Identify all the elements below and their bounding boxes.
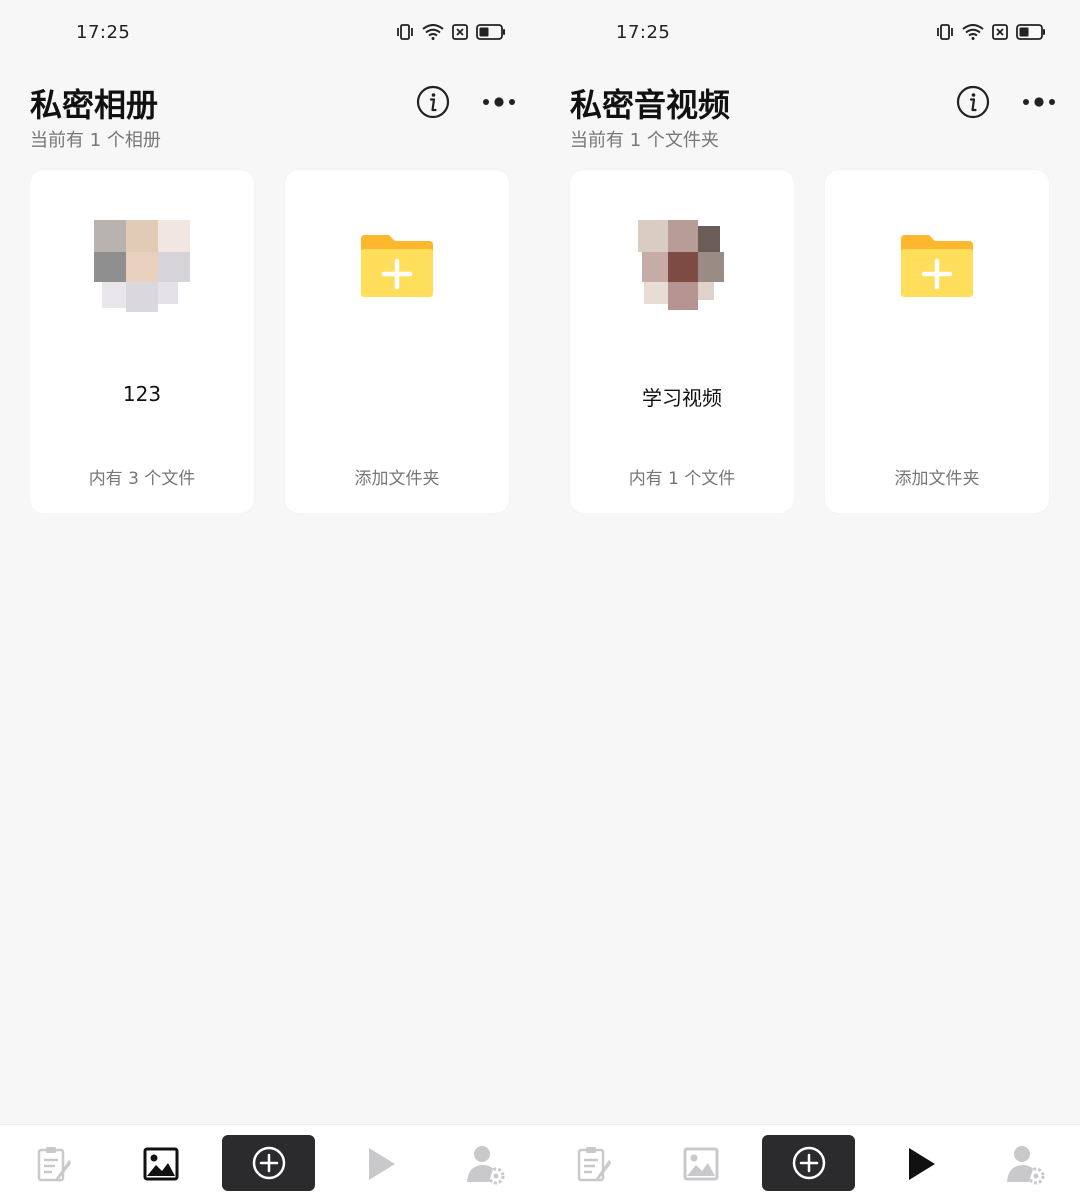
wifi-icon [962,24,984,40]
notes-icon [37,1147,71,1182]
status-time: 17:25 [76,22,131,43]
tab-photos[interactable] [136,1139,186,1189]
add-folder-card[interactable]: 添加文件夹 [825,170,1049,513]
tab-profile[interactable] [1000,1139,1050,1189]
status-time: 17:25 [616,22,671,43]
bottom-tab-bar [0,1124,540,1201]
image-icon [143,1147,179,1181]
page-subtitle: 当前有 1 个相册 [30,130,161,151]
add-folder-label: 添加文件夹 [354,469,440,489]
tab-profile[interactable] [460,1139,510,1189]
add-button[interactable] [222,1135,315,1191]
play-icon [909,1148,935,1180]
status-bar: 17:25 [0,18,540,48]
image-icon [683,1147,719,1181]
play-icon [369,1148,395,1180]
page-title: 私密相册 [30,86,159,124]
sim-x-icon [452,24,468,40]
vibrate-icon [397,24,413,40]
folder-add-icon [901,235,973,297]
folder-name: 学习视频 [642,386,722,410]
add-folder-label: 添加文件夹 [894,469,980,489]
album-thumbnail [94,220,190,312]
add-folder-card[interactable]: 添加文件夹 [285,170,509,513]
wifi-icon [422,24,444,40]
folder-add-icon [361,235,433,297]
album-card[interactable]: 123 内有 3 个文件 [30,170,254,513]
tab-notes[interactable] [28,1139,78,1189]
status-icons [396,24,506,40]
add-icon [252,1146,285,1180]
folder-thumbnail [638,220,724,310]
album-file-count: 内有 3 个文件 [88,469,196,489]
album-screen: 17:25 私密相册 当前有 1 个相册 123 内有 3 个文件 添加文件夹 [0,0,540,1201]
tab-photos[interactable] [676,1139,726,1189]
status-bar: 17:25 [540,18,1080,48]
more-icon[interactable] [1020,91,1060,113]
notes-icon [577,1147,611,1182]
page-subtitle: 当前有 1 个文件夹 [570,130,719,151]
album-name: 123 [122,382,162,406]
media-screen: 17:25 私密音视频 当前有 1 个文件夹 学习视频 内有 1 个文件 添加文… [540,0,1080,1201]
folder-card[interactable]: 学习视频 内有 1 个文件 [570,170,794,513]
bottom-tab-bar [540,1124,1080,1201]
add-icon [792,1146,825,1180]
sim-x-icon [992,24,1008,40]
tab-media[interactable] [356,1139,406,1189]
battery-icon [476,24,505,40]
user-settings-icon [1007,1146,1045,1185]
info-icon[interactable] [416,85,450,119]
user-settings-icon [467,1146,505,1185]
vibrate-icon [937,24,953,40]
status-icons [936,24,1046,40]
info-icon[interactable] [956,85,990,119]
tab-media[interactable] [896,1139,946,1189]
page-title: 私密音视频 [570,86,731,124]
battery-icon [1016,24,1045,40]
more-icon[interactable] [480,91,520,113]
add-button[interactable] [762,1135,855,1191]
tab-notes[interactable] [568,1139,618,1189]
folder-file-count: 内有 1 个文件 [628,469,736,489]
